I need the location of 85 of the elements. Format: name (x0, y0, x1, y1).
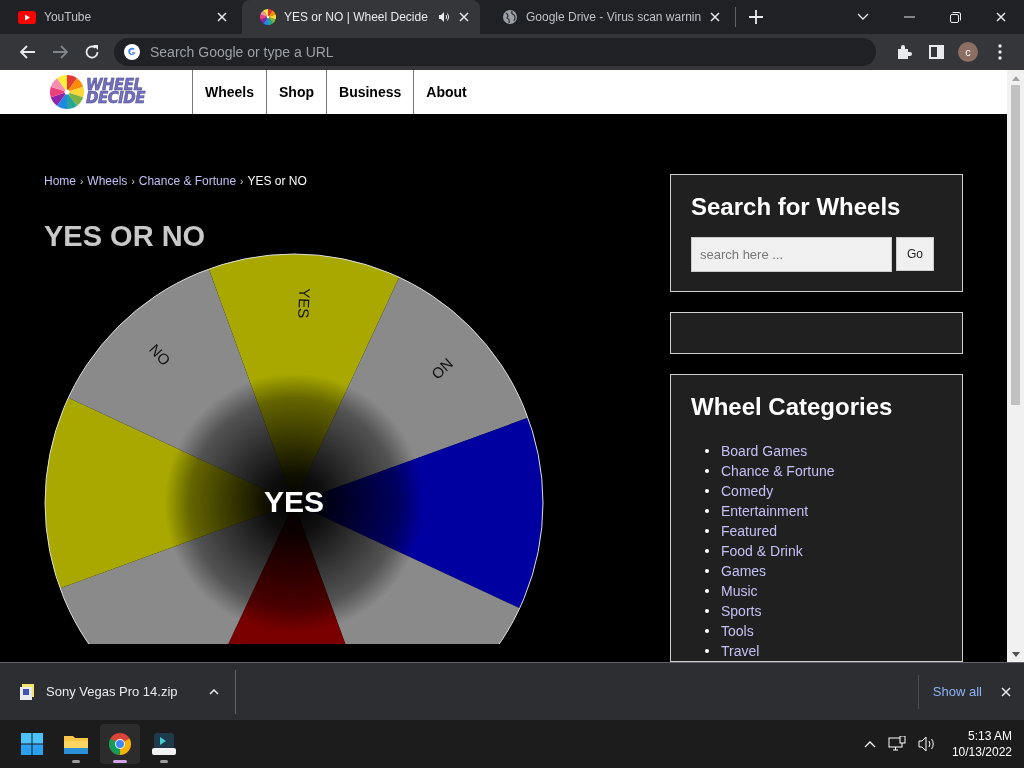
breadcrumb-separator: › (240, 176, 244, 187)
category-link[interactable]: Travel (721, 643, 760, 659)
network-icon[interactable] (887, 736, 906, 752)
category-link[interactable]: Featured (721, 523, 778, 539)
chevron-up-icon[interactable] (863, 740, 876, 748)
profile-avatar[interactable]: c (958, 42, 978, 62)
category-link[interactable]: Music (721, 583, 758, 599)
close-icon[interactable] (216, 11, 228, 23)
close-icon[interactable] (458, 11, 470, 23)
site-logo-text[interactable]: WHEEL DECIDE (86, 79, 145, 105)
page-title: YES OR NO (44, 219, 207, 254)
video-editor-icon[interactable] (152, 733, 176, 755)
close-icon[interactable] (1000, 685, 1012, 698)
breadcrumb-link[interactable]: Home (44, 174, 76, 188)
show-all-link[interactable]: Show all (917, 674, 996, 709)
close-icon[interactable] (995, 11, 1007, 23)
bullet-icon (705, 469, 709, 473)
forward-arrow-icon[interactable] (52, 45, 68, 59)
category-link[interactable]: Board Games (721, 443, 808, 459)
color-wheel-icon (260, 9, 276, 25)
nav-link[interactable]: About (414, 70, 479, 114)
bullet-icon (705, 569, 709, 573)
breadcrumb-link[interactable]: Chance & Fortune (138, 174, 237, 188)
download-filename: Sony Vegas Pro 14.zip (46, 684, 179, 699)
scrollbar-thumb[interactable] (1011, 85, 1020, 405)
bullet-icon (705, 509, 709, 513)
category-link[interactable]: Comedy (721, 483, 774, 499)
clock-time: 5:13 AM (967, 728, 1012, 744)
scroll-down-arrow-icon[interactable] (1011, 652, 1020, 657)
bullet-icon (705, 609, 709, 613)
scrollbar[interactable] (1007, 70, 1024, 662)
minimize-icon[interactable] (903, 16, 915, 18)
segment-label: YES (295, 287, 314, 319)
panel-title: Search for Wheels (691, 193, 902, 221)
category-link[interactable]: Tools (721, 623, 754, 639)
browser-tab[interactable]: YES or NO | Wheel Decide (242, 0, 480, 34)
breadcrumb-link[interactable]: Wheels (87, 174, 128, 188)
chevron-down-icon[interactable] (857, 13, 869, 21)
caret-up-icon[interactable] (209, 688, 219, 695)
category-link[interactable]: Entertainment (721, 503, 809, 519)
folder-icon[interactable] (64, 734, 88, 754)
address-bar[interactable]: Search Google or type a URL (114, 38, 876, 66)
reload-icon[interactable] (84, 44, 100, 60)
system-clock[interactable]: 5:13 AM 10/13/2022 (951, 728, 1012, 760)
bullet-icon (705, 529, 709, 533)
go-button[interactable]: Go (896, 237, 934, 271)
google-g-icon (124, 44, 140, 60)
category-link[interactable]: Games (721, 563, 767, 579)
color-wheel-logo-icon (50, 75, 84, 109)
restore-icon[interactable] (949, 11, 961, 23)
category-link[interactable]: Chance & Fortune (721, 463, 835, 479)
zip-file-icon (20, 683, 34, 700)
globe-icon (502, 9, 518, 25)
search-field[interactable]: search here ... (691, 237, 892, 272)
segment-label: NO (428, 355, 457, 383)
download-item[interactable]: Sony Vegas Pro 14.zip (0, 669, 236, 714)
chrome-icon[interactable] (109, 733, 131, 755)
bullet-icon (705, 649, 709, 653)
play-logo-icon (18, 10, 36, 24)
plus-icon[interactable] (748, 9, 765, 25)
bullet-icon (705, 449, 709, 453)
nav-link[interactable]: Wheels (193, 70, 267, 114)
breadcrumb-separator: › (131, 176, 135, 187)
breadcrumb-separator: › (80, 176, 84, 187)
speaker-icon[interactable] (917, 736, 936, 752)
close-icon[interactable] (709, 11, 722, 23)
category-link[interactable]: Sports (721, 603, 762, 619)
bullet-icon (705, 629, 709, 633)
category-link[interactable]: Food & Drink (721, 543, 803, 559)
speaker-icon[interactable] (438, 11, 450, 23)
breadcrumb-current: YES or NO (247, 174, 307, 188)
panel-title: Wheel Categories (691, 393, 894, 421)
bullet-icon (705, 549, 709, 553)
nav-link[interactable]: Business (327, 70, 415, 114)
nav-link[interactable]: Shop (267, 70, 327, 114)
puzzle-piece-icon[interactable] (896, 44, 912, 60)
wheel-result: YES (264, 484, 324, 518)
bullet-icon (705, 489, 709, 493)
start-icon[interactable] (21, 733, 43, 755)
more-menu-icon[interactable] (998, 44, 1002, 60)
clock-date: 10/13/2022 (951, 744, 1012, 760)
back-arrow-icon[interactable] (20, 45, 36, 59)
side-panel-icon[interactable] (928, 45, 944, 59)
bullet-icon (705, 589, 709, 593)
segment-label: NO (146, 340, 174, 369)
